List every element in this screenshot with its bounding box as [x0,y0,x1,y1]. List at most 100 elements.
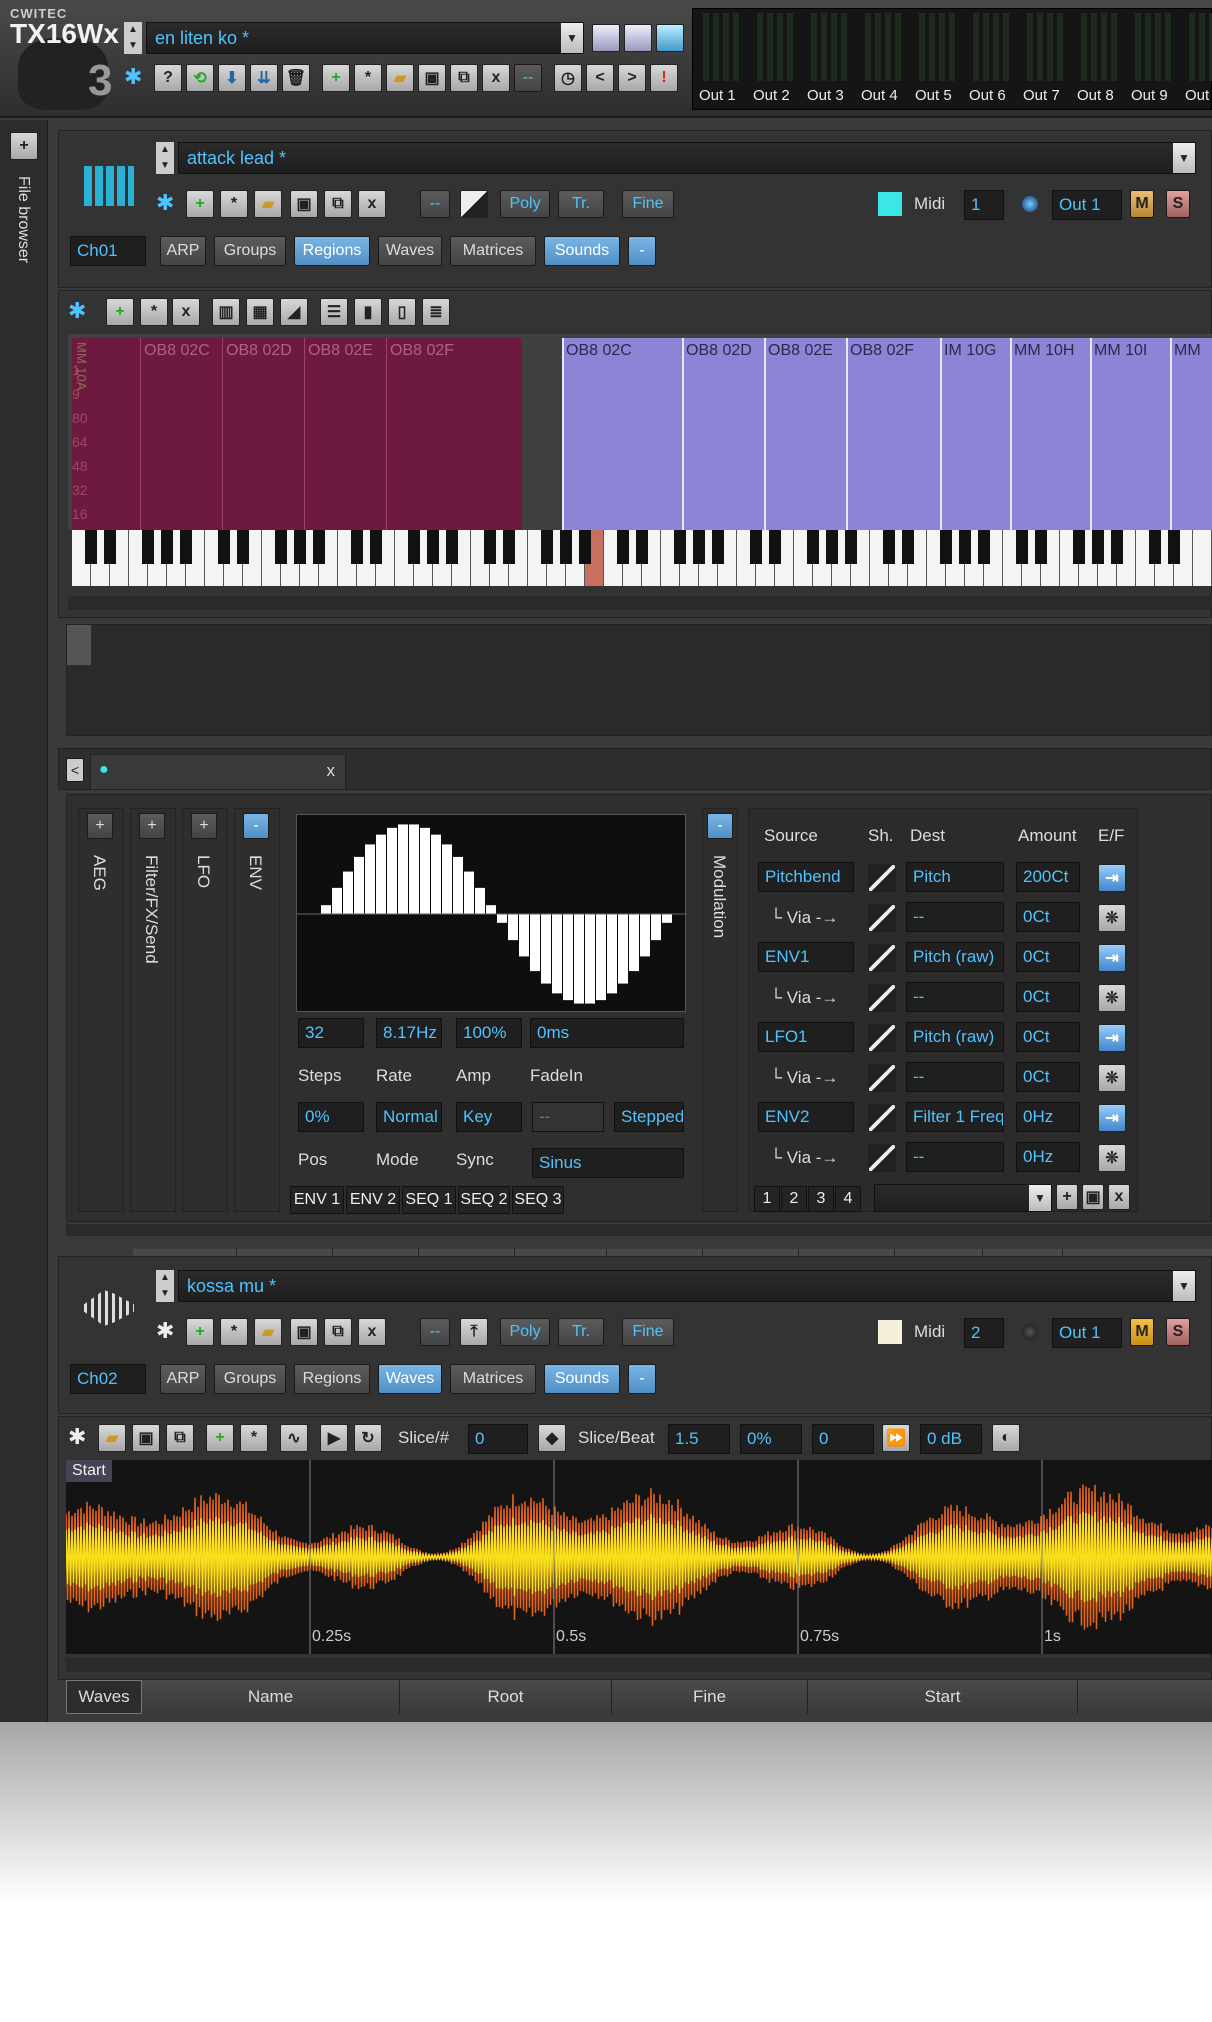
slice-beat-value[interactable]: 1.5 [668,1424,730,1454]
wave-column-header[interactable]: Start [808,1680,1078,1714]
mod-ef-icon[interactable]: ⇥ [1098,864,1126,892]
velocity-icon[interactable]: ◢ [280,298,308,326]
play-icon[interactable]: ▶ [320,1424,348,1452]
black-key[interactable] [959,530,971,564]
mod-amount[interactable]: 0Ct [1016,982,1080,1012]
black-key[interactable] [845,530,857,564]
folder-icon[interactable]: ▰ [386,64,414,92]
poly-button-2[interactable]: Poly [500,1318,550,1346]
seq-display[interactable] [296,814,687,1012]
black-key[interactable] [218,530,230,564]
save-icon[interactable]: ▣ [290,1318,318,1346]
slice-split-icon[interactable]: ◆ [538,1424,566,1452]
seq-step[interactable] [376,834,386,914]
black-key[interactable] [674,530,686,564]
mod-shape-icon[interactable] [868,1144,896,1172]
black-key[interactable] [579,530,591,564]
editor-close-icon[interactable]: x [327,761,336,781]
zone-region[interactable] [764,338,846,530]
seq-step[interactable] [464,871,474,914]
window-mode-3-icon[interactable] [656,24,684,52]
tab-collapse-button[interactable]: - [628,1364,656,1394]
poly-button[interactable]: Poly [500,190,550,218]
gear-icon[interactable]: ✱ [68,1424,92,1450]
mod-shape-icon[interactable] [868,1104,896,1132]
mod-ef-icon[interactable]: ⇥ [1098,944,1126,972]
mod-page-tab[interactable]: 1 [754,1186,780,1212]
download-icon[interactable]: ⬇ [218,64,246,92]
black-key[interactable] [85,530,97,564]
black-key[interactable] [1016,530,1028,564]
seq-tab[interactable]: SEQ 2 [458,1186,510,1214]
seq-tab[interactable]: SEQ 1 [402,1186,456,1214]
black-key[interactable] [237,530,249,564]
map-star-icon[interactable]: * [140,298,168,326]
wave-scrollbar[interactable] [66,1658,1212,1672]
align-left-icon[interactable]: ☰ [320,298,348,326]
mod-ef-icon[interactable]: ⇥ [1098,1104,1126,1132]
seq-step[interactable] [332,887,342,914]
seq-step[interactable] [486,905,496,914]
seq-tab[interactable]: ENV 1 [290,1186,344,1214]
black-key[interactable] [883,530,895,564]
mod-source[interactable]: └ Via -→ [770,908,838,928]
editor-tab[interactable]: ● x [90,754,346,790]
zone-region[interactable] [1010,338,1090,530]
black-key[interactable] [978,530,990,564]
mod-source[interactable]: └ Via -→ [770,1068,838,1088]
seq-value[interactable]: 100% [456,1018,522,1048]
program1-dash-button[interactable]: -- [420,190,450,218]
mod-source[interactable]: Pitchbend [758,862,854,892]
transpose-button[interactable]: Tr. [558,190,604,218]
program2-star-icon[interactable]: * [220,1318,248,1346]
seq-step[interactable] [475,887,485,914]
download-all-icon[interactable]: ⇊ [250,64,278,92]
program2-solo-button[interactable]: S [1166,1318,1190,1346]
black-key[interactable] [693,530,705,564]
mod-amount[interactable]: 0Ct [1016,942,1080,972]
wave-column-header[interactable]: Name [142,1680,400,1714]
curve-icon[interactable]: ∿ [280,1424,308,1452]
seq-step[interactable] [519,914,529,957]
black-key[interactable] [940,530,952,564]
wave-add-icon[interactable]: + [206,1424,234,1452]
black-key[interactable] [446,530,458,564]
black-key[interactable] [427,530,439,564]
zone-region[interactable] [1170,338,1212,530]
window-mode-2-icon[interactable] [624,24,652,52]
gear-icon[interactable]: ✱ [68,298,92,324]
mod-amount[interactable]: 200Ct [1016,862,1080,892]
tab-groups[interactable]: Groups [214,236,286,266]
zone-region[interactable] [846,338,940,530]
zone-region[interactable] [222,338,304,530]
chevron-down-icon[interactable]: ▼ [561,23,583,53]
mod-page-tab[interactable]: 4 [835,1186,861,1212]
side-tab-toggle[interactable]: + [87,813,113,839]
bars-icon[interactable]: ▮ [354,298,382,326]
mod-shape-icon[interactable] [868,904,896,932]
save-as-icon[interactable]: ⧉ [324,1318,352,1346]
tab-groups[interactable]: Groups [214,1364,286,1394]
transpose-button-2[interactable]: Tr. [558,1318,604,1346]
mod-source[interactable]: └ Via -→ [770,1148,838,1168]
black-key[interactable] [275,530,287,564]
program1-name-select[interactable]: attack lead * ▼ [178,142,1196,174]
tab-regions[interactable]: Regions [294,1364,370,1394]
black-key[interactable] [617,530,629,564]
black-key[interactable] [902,530,914,564]
seq-value[interactable]: 8.17Hz [376,1018,442,1048]
zone-region[interactable] [304,338,386,530]
black-key[interactable] [807,530,819,564]
mod-dest[interactable]: Pitch [906,862,1004,892]
zone-region[interactable] [1090,338,1170,530]
seq-step[interactable] [409,824,419,914]
program1-midi-channel[interactable]: 1 [964,190,1004,220]
chevron-down-icon[interactable]: ▼ [1029,1185,1051,1211]
preset-stepper[interactable]: ▲ ▼ [124,22,142,54]
white-key[interactable] [1193,530,1212,586]
mod-shape-icon[interactable] [868,864,896,892]
tab-sounds[interactable]: Sounds [544,236,620,266]
window-mode-1-icon[interactable] [592,24,620,52]
seq-step[interactable] [431,834,441,914]
mod-dest[interactable]: -- [906,982,1004,1012]
